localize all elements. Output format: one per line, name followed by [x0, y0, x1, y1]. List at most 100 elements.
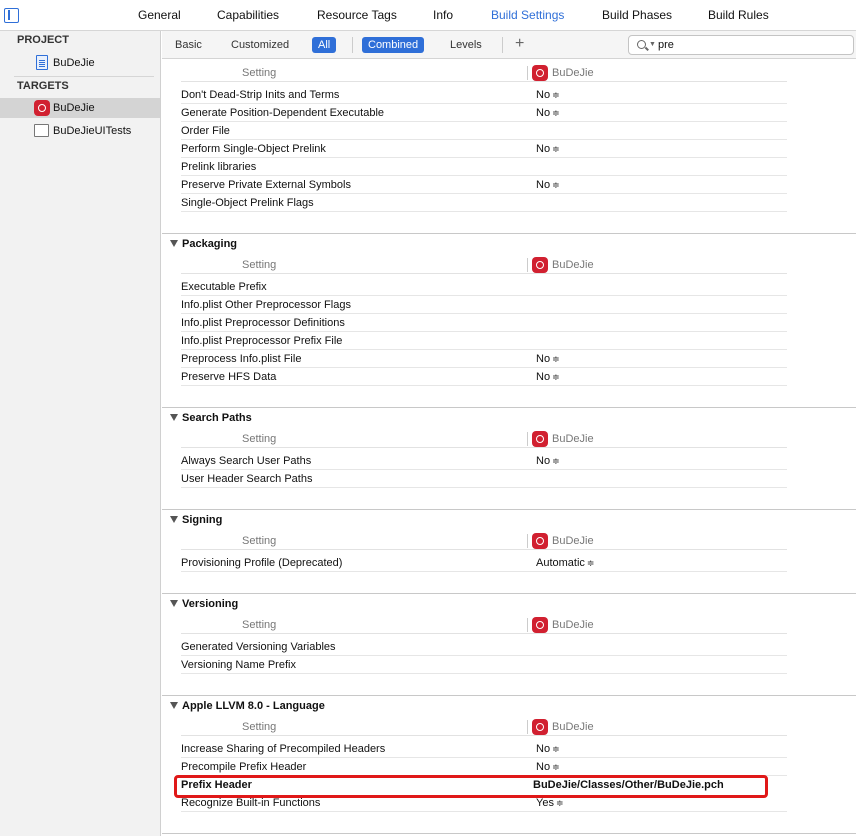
setting-row[interactable]: Generate Position-Dependent Executable No… [181, 104, 787, 122]
target-column-label: BuDeJie [552, 535, 594, 547]
header-divider [181, 447, 787, 448]
disclosure-triangle-icon[interactable] [170, 600, 178, 607]
setting-name: Preprocess Info.plist File [181, 353, 302, 365]
setting-row[interactable]: Preserve HFS Data No ≑ [181, 368, 787, 386]
setting-row[interactable]: Executable Prefix [181, 278, 787, 296]
red-highlight-box [174, 775, 768, 798]
project-file-icon [36, 55, 48, 70]
setting-row[interactable]: Always Search User Paths No ≑ [181, 452, 787, 470]
setting-row[interactable]: Info.plist Preprocessor Prefix File [181, 332, 787, 350]
setting-row[interactable]: Info.plist Other Preprocessor Flags [181, 296, 787, 314]
setting-row[interactable]: Generated Versioning Variables [181, 638, 787, 656]
setting-row[interactable]: Preprocess Info.plist File No ≑ [181, 350, 787, 368]
tab-build-phases[interactable]: Build Phases [602, 8, 672, 22]
column-header: Setting BuDeJie [162, 430, 856, 448]
target-item-label: BuDeJieUITests [53, 125, 132, 137]
target-column-label: BuDeJie [552, 433, 594, 445]
setting-name: Info.plist Other Preprocessor Flags [181, 299, 351, 311]
filter-customized-button[interactable]: Customized [231, 37, 289, 53]
section-title: Search Paths [182, 412, 252, 424]
setting-row[interactable]: Precompile Prefix Header No ≑ [181, 758, 787, 776]
build-settings-content: Setting BuDeJie Don't Dead-Strip Inits a… [162, 59, 856, 836]
column-divider [527, 720, 528, 734]
search-options-chevron-icon[interactable]: ▼ [649, 41, 656, 48]
setting-name: Info.plist Preprocessor Definitions [181, 317, 345, 329]
setting-row[interactable]: Versioning Name Prefix [181, 656, 787, 674]
section-title: Packaging [182, 238, 238, 250]
target-item-uitests[interactable]: BuDeJieUITests [0, 121, 160, 141]
setting-row[interactable]: User Header Search Paths [181, 470, 787, 488]
target-column-icon [532, 533, 548, 549]
tab-info[interactable]: Info [433, 8, 453, 22]
view-combined-button[interactable]: Combined [362, 37, 425, 53]
setting-row[interactable]: Don't Dead-Strip Inits and Terms No ≑ [181, 86, 787, 104]
filter-all-button[interactable]: All [312, 37, 337, 53]
disclosure-triangle-icon[interactable] [170, 516, 178, 523]
setting-column-label: Setting [242, 619, 277, 631]
setting-value[interactable]: No ≑ [536, 89, 560, 101]
target-column-label: BuDeJie [552, 721, 594, 733]
disclosure-triangle-icon[interactable] [170, 240, 178, 247]
setting-row[interactable]: Order File [181, 122, 787, 140]
tab-general[interactable]: General [138, 8, 181, 22]
search-field[interactable]: ▼ [628, 35, 854, 55]
header-divider [181, 273, 787, 274]
project-navigator: PROJECT BuDeJie TARGETS BuDeJie BuDeJieU… [0, 31, 161, 836]
setting-column-label: Setting [242, 535, 277, 547]
sidebar-toggle-icon[interactable] [4, 8, 19, 23]
filter-basic-button[interactable]: Basic [175, 37, 202, 53]
tab-build-settings[interactable]: Build Settings [491, 8, 564, 22]
setting-row[interactable]: Preserve Private External Symbols No ≑ [181, 176, 787, 194]
setting-value[interactable]: No ≑ [536, 371, 560, 383]
build-settings-filter-bar: Basic Customized All Combined Levels + ▼ [162, 31, 856, 59]
column-divider [527, 618, 528, 632]
setting-value[interactable]: No ≑ [536, 143, 560, 155]
tab-build-rules[interactable]: Build Rules [708, 8, 769, 22]
setting-value[interactable]: No ≑ [536, 107, 560, 119]
setting-row[interactable]: Provisioning Profile (Deprecated) Automat… [181, 554, 787, 572]
view-levels-button[interactable]: Levels [450, 37, 482, 53]
setting-value[interactable]: No ≑ [536, 353, 560, 365]
disclosure-triangle-icon[interactable] [170, 702, 178, 709]
section-apple-llvm-language: Apple LLVM 8.0 - Language [162, 695, 856, 717]
setting-name: Increase Sharing of Precompiled Headers [181, 743, 386, 755]
sidebar-divider [14, 76, 154, 77]
section-title: Apple LLVM 8.0 - Language [182, 700, 325, 712]
setting-row[interactable]: Increase Sharing of Precompiled Headers N… [181, 740, 787, 758]
app-target-icon [34, 100, 50, 116]
setting-name: Preserve Private External Symbols [181, 179, 351, 191]
setting-value[interactable]: Yes ≑ [536, 797, 564, 809]
header-divider [181, 633, 787, 634]
project-item-label: BuDeJie [53, 57, 95, 69]
setting-name: Preserve HFS Data [181, 371, 277, 383]
tab-capabilities[interactable]: Capabilities [217, 8, 279, 22]
project-item-budejie[interactable]: BuDeJie [0, 53, 160, 73]
column-divider [527, 258, 528, 272]
column-header: Setting BuDeJie [162, 616, 856, 634]
setting-name: Provisioning Profile (Deprecated) [181, 557, 343, 569]
setting-value[interactable]: No ≑ [536, 761, 560, 773]
setting-row[interactable]: Perform Single-Object Prelink No ≑ [181, 140, 787, 158]
target-column-label: BuDeJie [552, 619, 594, 631]
project-header: PROJECT [17, 34, 69, 46]
setting-name: Don't Dead-Strip Inits and Terms [181, 89, 340, 101]
setting-row[interactable]: Info.plist Preprocessor Definitions [181, 314, 787, 332]
setting-value[interactable]: Automatic ≑ [536, 557, 594, 569]
setting-value[interactable]: No ≑ [536, 179, 560, 191]
disclosure-triangle-icon[interactable] [170, 414, 178, 421]
target-column-icon [532, 617, 548, 633]
setting-name: Always Search User Paths [181, 455, 312, 467]
header-divider [181, 549, 787, 550]
setting-row[interactable]: Single-Object Prelink Flags [181, 194, 787, 212]
target-column-label: BuDeJie [552, 67, 594, 79]
target-item-budejie[interactable]: BuDeJie [0, 98, 160, 118]
setting-value[interactable]: No ≑ [536, 455, 560, 467]
column-header: Setting BuDeJie [162, 64, 856, 82]
target-item-label: BuDeJie [53, 102, 95, 114]
setting-value[interactable]: No ≑ [536, 743, 560, 755]
tab-resource-tags[interactable]: Resource Tags [317, 8, 397, 22]
setting-row[interactable]: Prelink libraries [181, 158, 787, 176]
add-setting-button[interactable]: + [515, 35, 524, 53]
search-input[interactable] [658, 38, 838, 52]
setting-column-label: Setting [242, 67, 277, 79]
